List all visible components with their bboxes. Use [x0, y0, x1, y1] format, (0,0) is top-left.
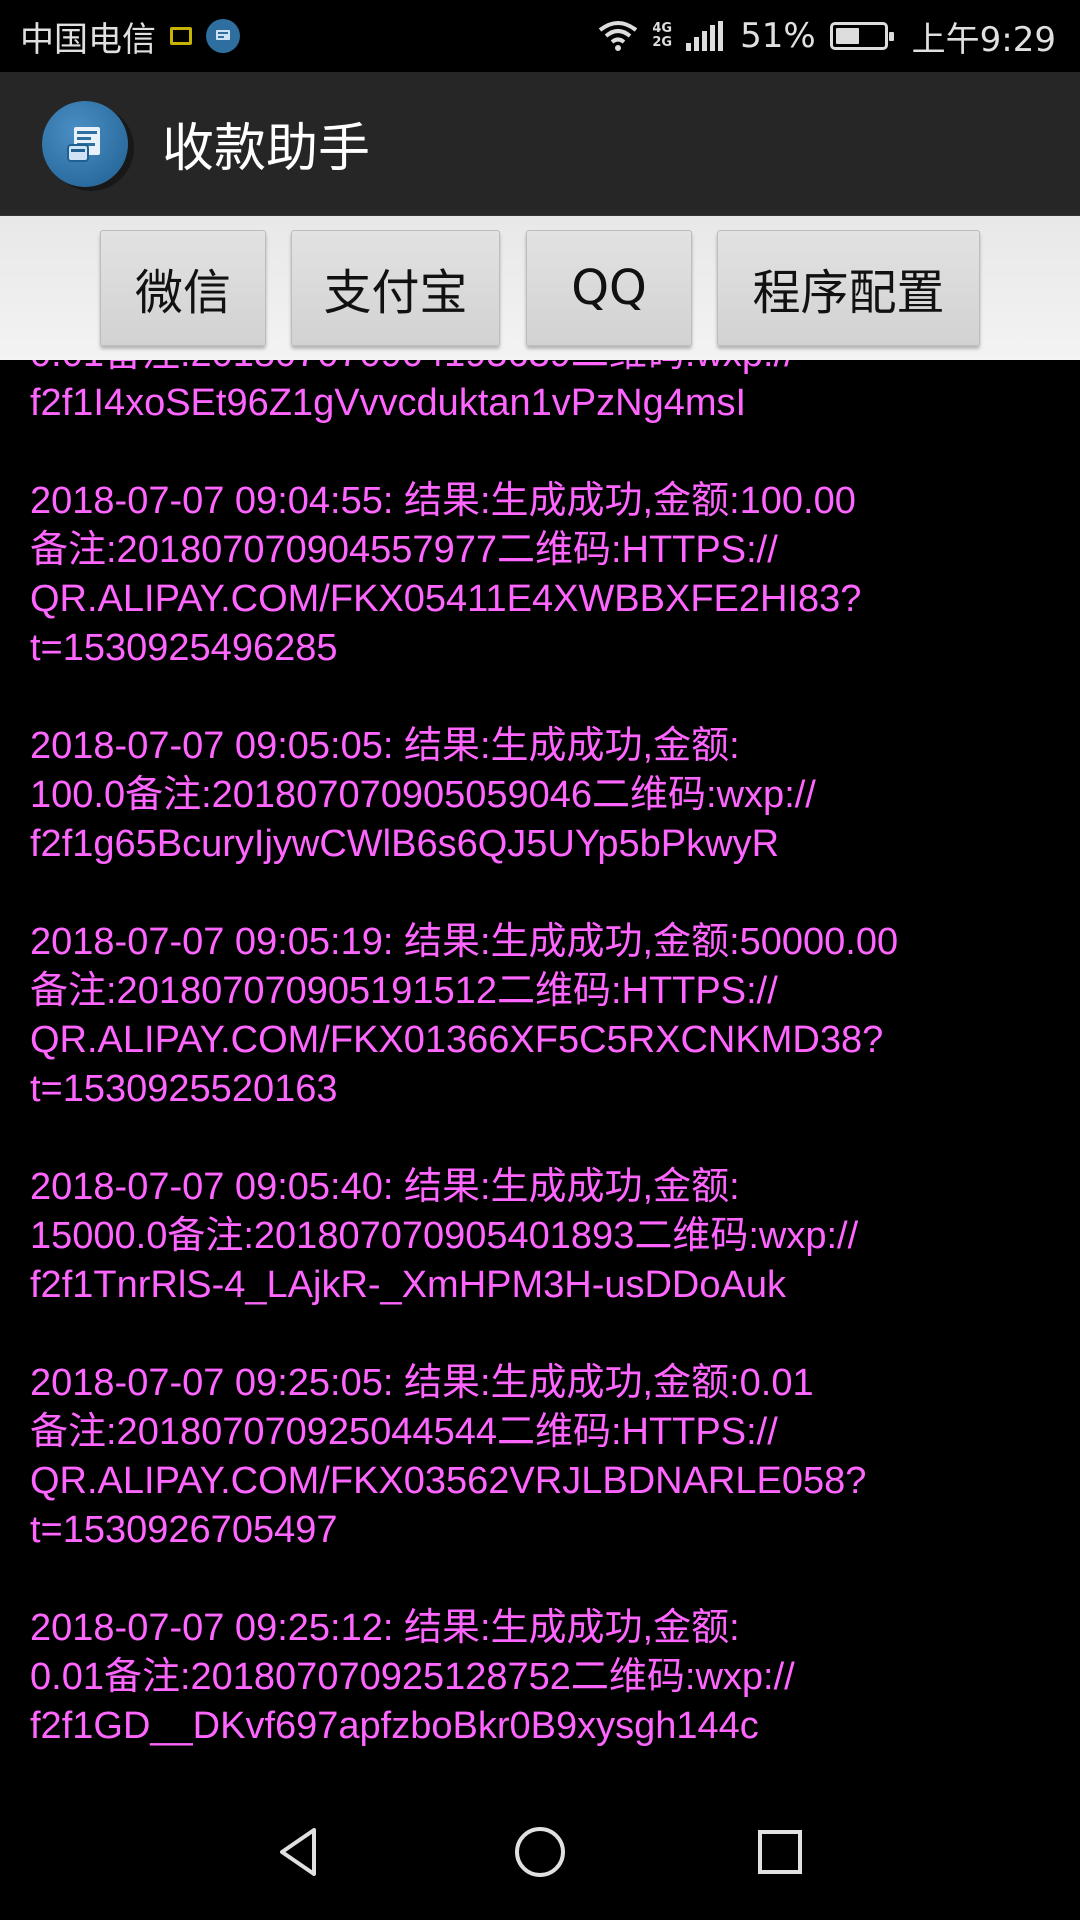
log-line: f2f1GD__DKvf697apfzboBkr0B9xysgh144c	[30, 1705, 759, 1747]
log-line: f2f1TnrRlS-4_LAjkR-_XmHPM3H-usDDoAuk	[30, 1264, 786, 1306]
app-logo-icon	[42, 100, 128, 187]
log-line: 备注:201807070904557977二维码:HTTPS://	[30, 529, 778, 571]
status-clock: 上午9:29	[911, 19, 1056, 60]
log-entry: 2018-07-07 09:25:05: 结果:生成成功,金额:0.01 备注:2…	[30, 1359, 1040, 1555]
log-line: 2018-07-07 09:25:12: 结果:生成成功,金额:	[30, 1607, 740, 1649]
signal-icon	[686, 21, 724, 51]
action-bar: 收款助手	[0, 72, 1080, 216]
home-circle-icon[interactable]	[510, 1822, 570, 1882]
carrier-name: 中国电信	[20, 19, 156, 60]
network-type-top: 4G	[652, 21, 673, 36]
log-line: QR.ALIPAY.COM/FKX01366XF5C5RXCNKMD38?	[30, 1019, 884, 1061]
recent-square-icon[interactable]	[750, 1822, 810, 1882]
log-line: 备注:201807070905191512二维码:HTTPS://	[30, 970, 778, 1012]
battery-percent: 51%	[740, 16, 816, 56]
battery-icon	[829, 22, 894, 50]
sim-icon	[170, 27, 192, 45]
network-type-bottom: 2G	[652, 35, 673, 50]
log-line: QR.ALIPAY.COM/FKX03562VRJLBDNARLE058?	[30, 1460, 867, 1502]
log-text: 0.01备注:201807070904195639二维码:wxp:// f2f1I…	[30, 360, 1040, 1786]
log-entry: 2018-07-07 09:04:55: 结果:生成成功,金额:100.00 备注…	[30, 477, 1040, 673]
log-scroll-area[interactable]: 0.01备注:201807070904195639二维码:wxp:// f2f1I…	[0, 360, 1080, 1786]
log-line: 0.01备注:201807070925128752二维码:wxp://	[30, 1656, 795, 1698]
log-line: 2018-07-07 09:05:19: 结果:生成成功,金额:50000.00	[30, 921, 899, 963]
log-entry: 2018-07-07 09:05:19: 结果:生成成功,金额:50000.00…	[30, 918, 1040, 1114]
app-notification-icon	[206, 19, 240, 53]
log-entry: 2018-07-07 09:25:12: 结果:生成成功,金额: 0.01备注:2…	[30, 1604, 1040, 1751]
log-line: 15000.0备注:201807070905401893二维码:wxp://	[30, 1215, 859, 1257]
app-title: 收款助手	[162, 119, 371, 179]
network-type: 4G 2G	[652, 22, 672, 50]
screen: 中国电信 4G 2G 51% 上午9:29 收款助手 微信 支付宝 QQ 程序配…	[0, 0, 1080, 1920]
qq-button[interactable]: QQ	[526, 230, 692, 346]
alipay-button[interactable]: 支付宝	[291, 230, 500, 346]
log-entry: 2018-07-07 09:05:40: 结果:生成成功,金额: 15000.0备…	[30, 1163, 1040, 1310]
status-left: 中国电信	[20, 12, 240, 61]
program-config-button[interactable]: 程序配置	[717, 230, 980, 346]
log-line: f2f1g65BcuryIjywCWlB6s6QJ5UYp5bPkwyR	[30, 823, 780, 865]
navigation-bar	[0, 1786, 1080, 1920]
log-line: t=1530926705497	[30, 1509, 338, 1551]
wifi-icon	[599, 21, 638, 51]
log-line: 2018-07-07 09:05:05: 结果:生成成功,金额:	[30, 725, 740, 767]
log-line: 100.0备注:201807070905059046二维码:wxp://	[30, 774, 816, 816]
status-bar: 中国电信 4G 2G 51% 上午9:29	[0, 0, 1080, 72]
log-line: 0.01备注:201807070904195639二维码:wxp://	[30, 360, 1040, 379]
log-line: 备注:201807070925044544二维码:HTTPS://	[30, 1411, 778, 1453]
log-line: t=1530925496285	[30, 627, 338, 669]
back-triangle-icon[interactable]	[270, 1822, 330, 1882]
battery-fill	[835, 28, 860, 44]
log-line: t=1530925520163	[30, 1068, 338, 1110]
log-entry: 0.01备注:201807070904195639二维码:wxp:// f2f1I…	[30, 360, 1040, 428]
log-line: f2f1I4xoSEt96Z1gVvvcduktan1vPzNg4msI	[30, 382, 747, 424]
log-line: QR.ALIPAY.COM/FKX05411E4XWBBXFE2HI83?	[30, 578, 862, 620]
button-row: 微信 支付宝 QQ 程序配置	[0, 216, 1080, 360]
status-right: 4G 2G 51% 上午9:29	[598, 12, 1056, 61]
log-line: 2018-07-07 09:05:40: 结果:生成成功,金额:	[30, 1166, 740, 1208]
wechat-button[interactable]: 微信	[100, 230, 266, 346]
log-line: 2018-07-07 09:25:05: 结果:生成成功,金额:0.01	[30, 1362, 814, 1404]
log-entry: 2018-07-07 09:05:05: 结果:生成成功,金额: 100.0备注:…	[30, 722, 1040, 869]
log-line: 2018-07-07 09:04:55: 结果:生成成功,金额:100.00	[30, 480, 856, 522]
